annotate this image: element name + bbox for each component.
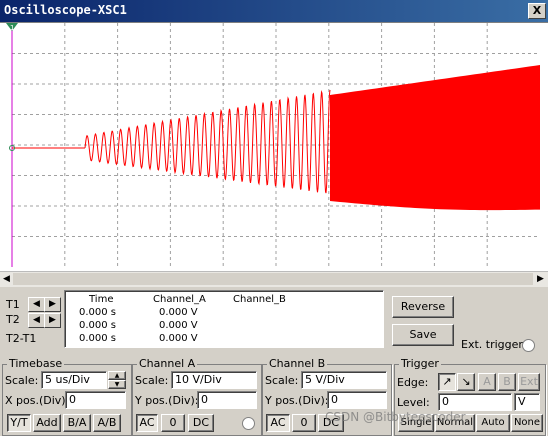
scroll-left-icon[interactable]: ◀ [0,273,13,285]
trigger-edge-label: Edge: [397,376,429,389]
channel-a-scale-label: Scale: [135,374,169,387]
trigger-auto-button[interactable]: Auto [476,414,510,432]
readout-t2-t1-channel-a: 0.000 V [159,333,198,344]
scope-screen: 1 [0,22,548,271]
channel-a-trace-growth [84,89,331,194]
ext-trigger-terminal[interactable] [522,339,535,352]
mode-yt-button[interactable]: Y/T [7,414,31,432]
channel-a-ypos-field[interactable]: 0 [197,391,257,409]
readout-t2-channel-a: 0.000 V [159,320,198,331]
t2-t1-label: T2-T1 [6,332,37,345]
channel-b-zero-button[interactable]: 0 [292,414,316,432]
t1-right-arrow-icon[interactable]: ▶ [44,297,61,312]
channel-a-ypos-label: Y pos.(Div): [135,394,199,407]
trigger-level-field[interactable]: 0 [438,393,512,411]
channel-a-dc-button[interactable]: DC [188,414,214,432]
mode-add-button[interactable]: Add [33,414,61,432]
mode-ba-button[interactable]: B/A [63,414,91,432]
trigger-source-b-button[interactable]: B [498,373,516,391]
channel-b-scale-field[interactable]: 5 V/Div [301,371,387,389]
trigger-source-ext-button[interactable]: Ext [518,373,540,391]
scope-display: 1 [6,23,540,267]
channel-a-zero-button[interactable]: 0 [161,414,185,432]
timebase-title: Timebase [7,357,65,370]
scroll-thumb[interactable] [13,273,533,285]
trigger-none-button[interactable]: None [511,414,543,432]
rising-edge-icon[interactable]: ↗ [438,373,456,391]
trigger-title: Trigger [399,357,441,370]
measurement-readout: Time Channel_A Channel_B 0.000 s 0.000 V… [64,290,384,348]
channel-a-ac-button[interactable]: AC [136,414,158,432]
readout-header-time: Time [89,294,114,305]
scroll-right-icon[interactable]: ▶ [534,273,547,285]
channel-a-title: Channel A [137,357,198,370]
timebase-xpos-field[interactable]: 0 [65,391,126,409]
timebase-scale-label: Scale: [5,374,39,387]
timebase-scale-field[interactable]: 5 us/Div [41,371,107,389]
watermark: CSDN @Bitbyteescoder [325,410,466,424]
trigger-level-unit[interactable]: V [514,393,540,411]
t2-left-arrow-icon[interactable]: ◀ [28,313,45,328]
ext-trigger-label: Ext. trigger [461,338,523,351]
t1-label: T1 [6,298,20,311]
cursor-t1-marker-label: 1 [10,24,14,32]
t1-left-arrow-icon[interactable]: ◀ [28,297,45,312]
readout-header-channel-a: Channel_A [153,294,206,305]
trigger-level-label: Level: [397,396,430,409]
readout-header-channel-b: Channel_B [233,294,286,305]
timebase-xpos-label: X pos.(Div): [5,394,70,407]
timebase-scale-down-icon[interactable]: ▼ [108,380,126,389]
window-title: Oscilloscope-XSC1 [4,3,127,17]
channel-a-terminal[interactable] [242,417,255,430]
readout-t1-channel-a: 0.000 V [159,307,198,318]
channel-b-title: Channel B [267,357,328,370]
readout-t1-time: 0.000 s [79,307,117,318]
save-button[interactable]: Save [392,324,454,346]
channel-b-ypos-label: Y pos.(Div): [265,394,329,407]
channel-a-scale-field[interactable]: 10 V/Div [171,371,257,389]
horizontal-scrollbar[interactable]: ◀ ▶ [0,271,548,287]
t2-right-arrow-icon[interactable]: ▶ [44,313,61,328]
title-bar: Oscilloscope-XSC1 X [0,0,548,22]
readout-t2-t1-time: 0.000 s [79,333,117,344]
reverse-button[interactable]: Reverse [392,296,454,318]
trigger-source-a-button[interactable]: A [478,373,496,391]
falling-edge-icon[interactable]: ↘ [457,373,475,391]
channel-b-ypos-field[interactable]: 0 [327,391,387,409]
channel-b-scale-label: Scale: [265,374,299,387]
channel-a-trace-band [330,65,540,211]
readout-t2-time: 0.000 s [79,320,117,331]
close-button[interactable]: X [528,3,546,19]
t2-label: T2 [6,313,20,326]
mode-ab-button[interactable]: A/B [93,414,121,432]
timebase-scale-up-icon[interactable]: ▲ [108,371,126,380]
channel-b-ac-button[interactable]: AC [266,414,290,432]
